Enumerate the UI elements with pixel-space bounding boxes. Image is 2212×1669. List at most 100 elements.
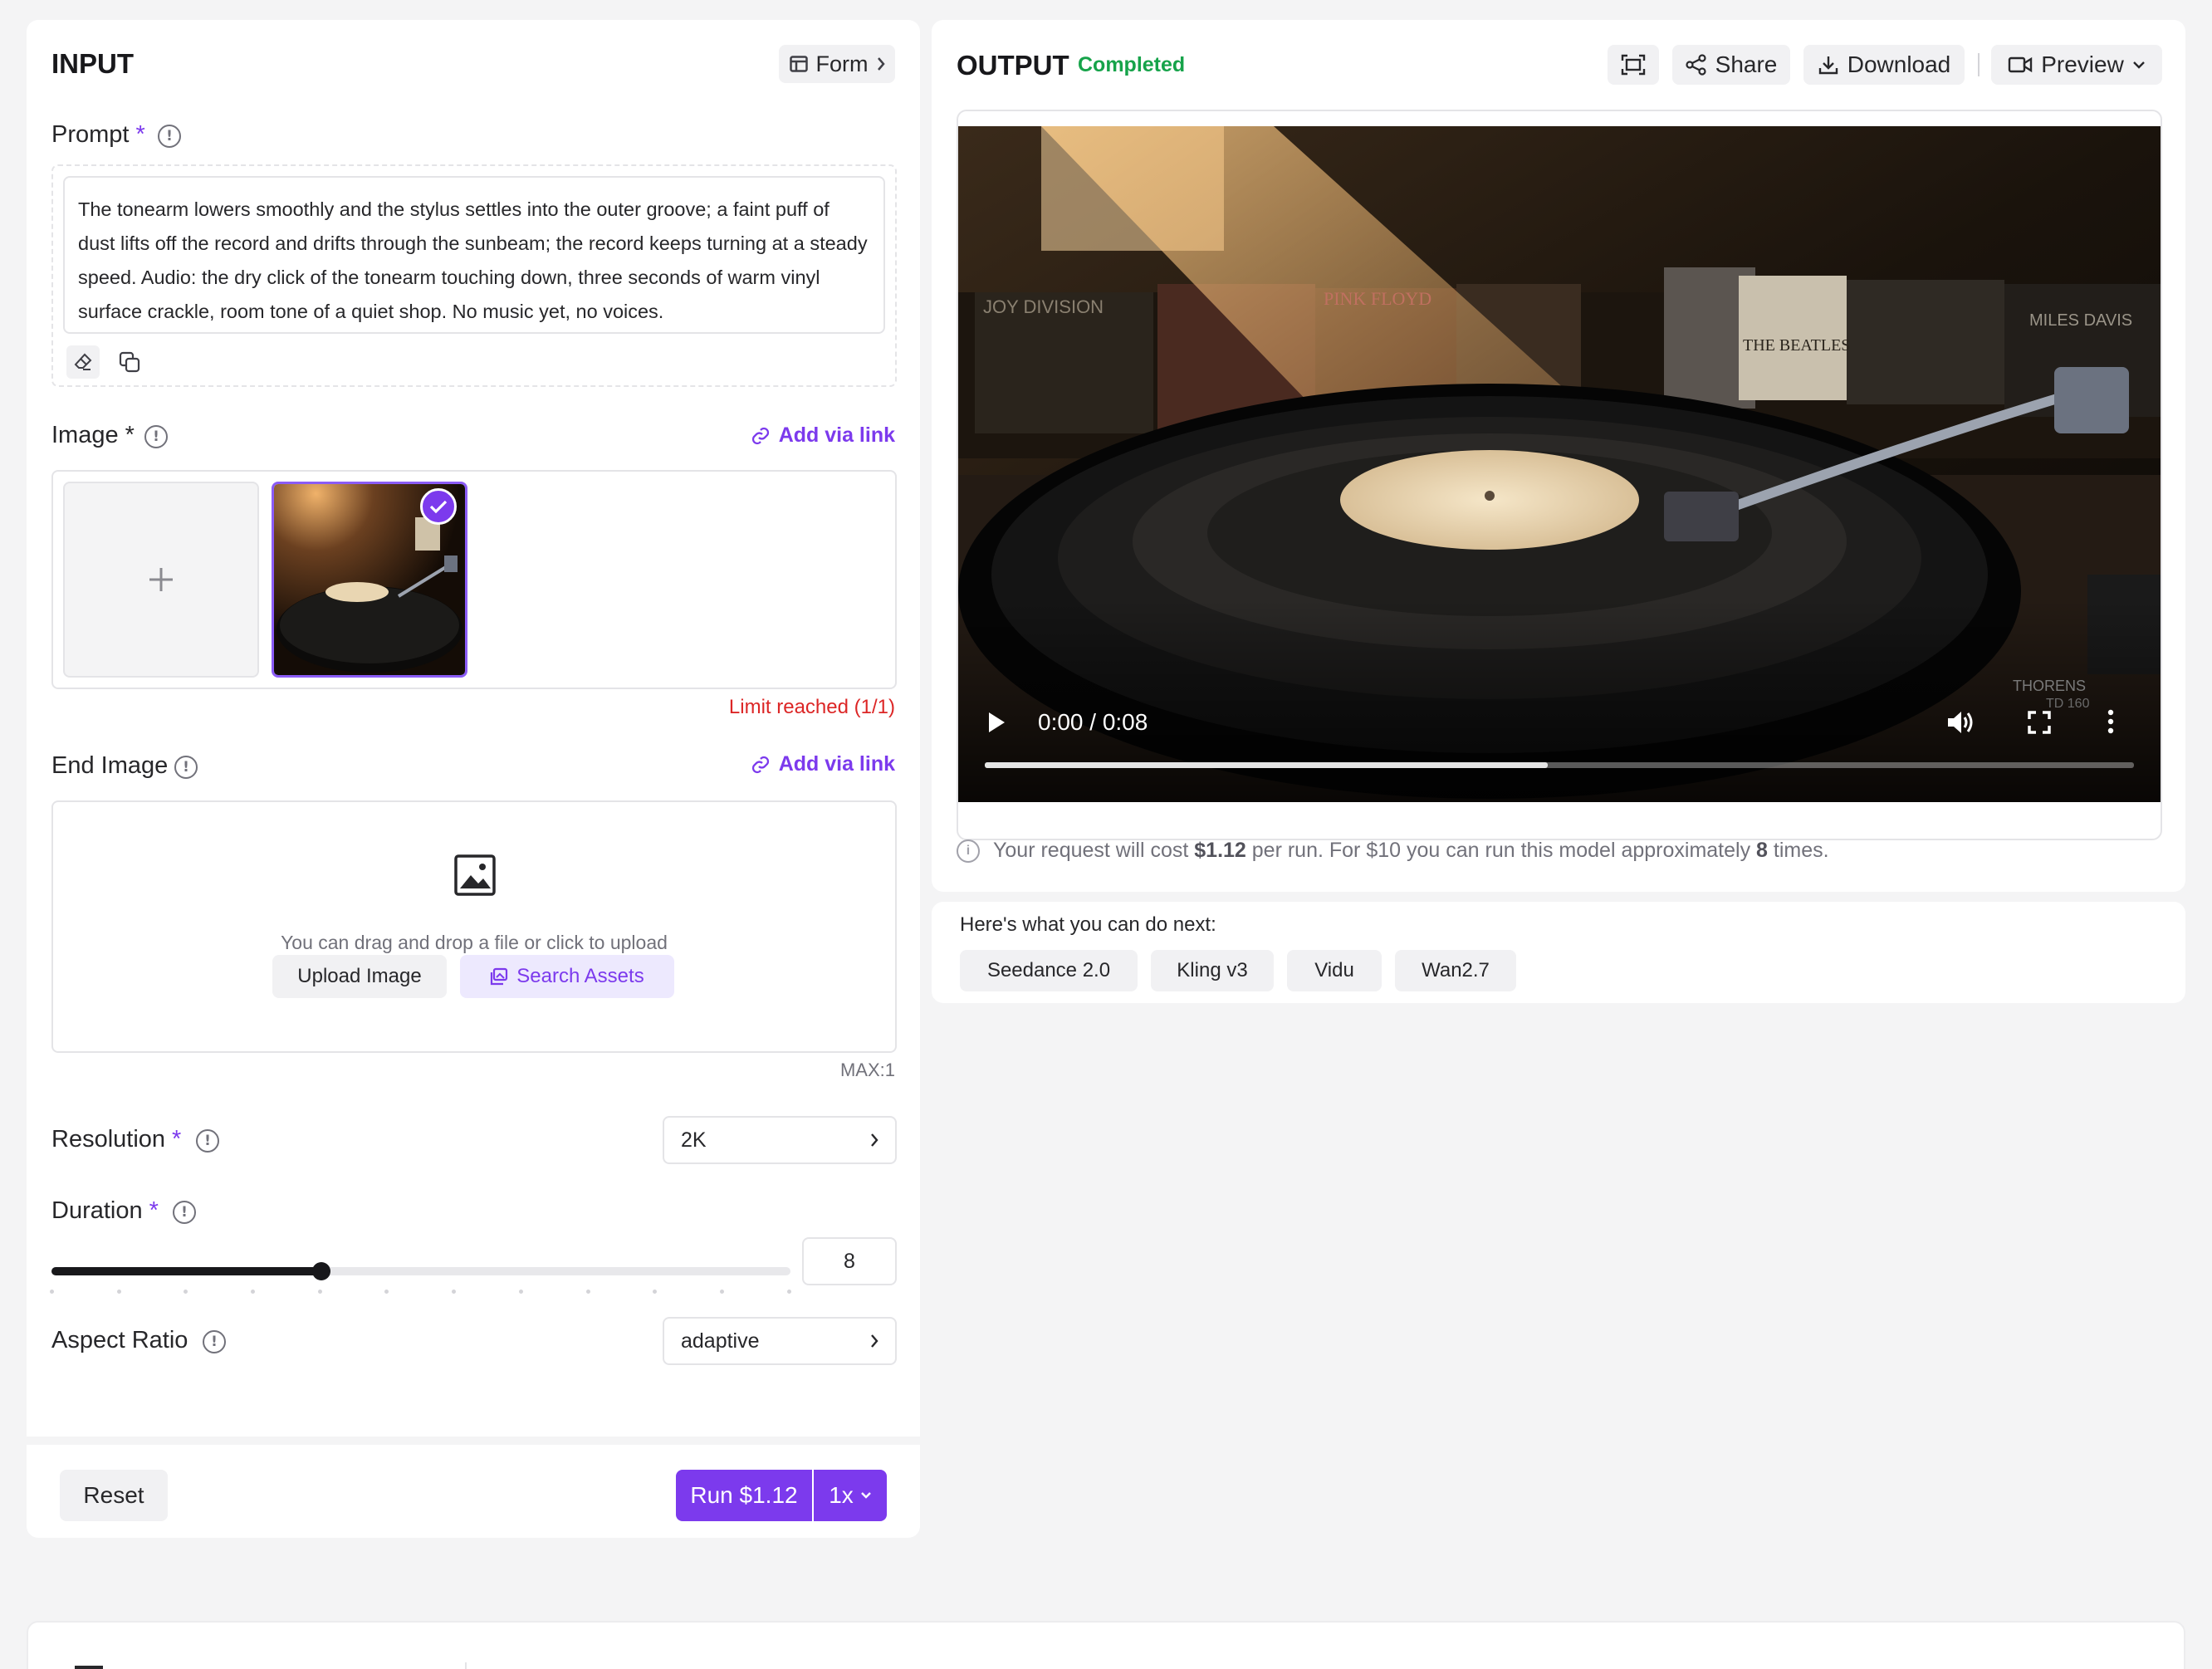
duration-slider-fill <box>51 1267 321 1275</box>
eraser-icon[interactable] <box>66 345 100 379</box>
image-label: Image * <box>51 422 135 449</box>
table-icon <box>789 56 808 72</box>
output-title: OUTPUT <box>957 50 1069 81</box>
slider-tick <box>519 1290 523 1294</box>
video-frame-image: JOY DIVISION PINK FLOYD THE BEATLES MILE… <box>958 126 2161 802</box>
next-chip-seedance[interactable]: Seedance 2.0 <box>960 950 1138 991</box>
selected-check-icon <box>420 488 457 525</box>
image-info-icon[interactable]: ! <box>144 425 168 448</box>
share-button[interactable]: Share <box>1672 45 1790 85</box>
duration-input[interactable]: 8 <box>802 1237 897 1285</box>
duration-slider-thumb[interactable] <box>311 1262 330 1280</box>
upload-image-button[interactable]: Upload Image <box>272 955 447 998</box>
preview-label: Preview <box>2041 51 2124 77</box>
expand-frame-icon <box>1621 54 1646 76</box>
form-view-button[interactable]: Form <box>779 45 895 83</box>
status-badge: Completed <box>1078 53 1186 76</box>
volume-icon[interactable] <box>1946 709 1975 736</box>
resolution-label-text: Resolution <box>51 1126 166 1153</box>
end-image-info-icon[interactable]: ! <box>174 756 198 779</box>
prompt-label: Prompt * <box>51 121 145 149</box>
prompt-label-text: Prompt <box>51 121 130 148</box>
slider-tick <box>318 1290 322 1294</box>
sleeve-label-pink-floyd: PINK FLOYD <box>1324 288 1431 309</box>
slider-tick <box>720 1290 724 1294</box>
image-required-mark: * <box>125 422 135 448</box>
slider-tick <box>384 1290 389 1294</box>
input-title: INPUT <box>51 48 134 79</box>
chevron-right-icon <box>877 56 885 71</box>
bottom-panel-divider <box>465 1662 467 1669</box>
toolbar-divider <box>1978 53 1980 76</box>
next-chip-kling[interactable]: Kling v3 <box>1151 950 1274 991</box>
share-icon <box>1686 54 1707 76</box>
reset-button[interactable]: Reset <box>60 1470 168 1521</box>
duration-value: 8 <box>844 1249 855 1273</box>
cost-middle: per run. For $10 you can run this model … <box>1251 839 1751 862</box>
end-image-add-via-link[interactable]: Add via link <box>751 752 895 776</box>
cost-suffix: times. <box>1773 839 1829 862</box>
video-time: 0:00 / 0:08 <box>1038 709 1148 735</box>
resolution-value: 2K <box>681 1128 707 1152</box>
duration-label: Duration * <box>51 1197 159 1225</box>
cost-info: i Your request will cost $1.12 per run. … <box>957 839 1829 863</box>
sleeve-label-miles-davis: MILES DAVIS <box>2029 311 2132 330</box>
slider-tick <box>251 1290 255 1294</box>
slider-tick <box>184 1290 188 1294</box>
add-image-tile[interactable] <box>63 482 259 678</box>
preview-dropdown[interactable]: Preview <box>1991 45 2162 85</box>
bottom-panel-icon <box>75 1666 103 1669</box>
prompt-textarea[interactable]: The tonearm lowers smoothly and the styl… <box>63 176 885 334</box>
chevron-down-icon <box>860 1491 872 1500</box>
play-icon[interactable] <box>986 711 1006 734</box>
next-chip-vidu[interactable]: Vidu <box>1287 950 1382 991</box>
resolution-required-mark: * <box>172 1126 182 1153</box>
chevron-down-icon <box>2132 61 2146 69</box>
end-image-max-text: MAX:1 <box>839 1060 895 1080</box>
aspect-ratio-info-icon[interactable]: ! <box>203 1330 226 1353</box>
more-options-icon[interactable] <box>2107 709 2114 734</box>
prompt-info-icon[interactable]: ! <box>158 125 181 148</box>
aspect-ratio-value: adaptive <box>681 1329 760 1353</box>
chevron-right-icon <box>870 1334 878 1348</box>
duration-info-icon[interactable]: ! <box>173 1201 196 1224</box>
fullscreen-icon[interactable] <box>2028 711 2051 734</box>
fit-screen-button[interactable] <box>1608 45 1659 85</box>
multiplier-label: 1x <box>829 1482 854 1508</box>
sleeve-label-joy-division: JOY DIVISION <box>983 296 1104 317</box>
end-image-dropzone[interactable] <box>51 800 897 1053</box>
duration-required-mark: * <box>149 1197 159 1224</box>
download-button[interactable]: Download <box>1803 45 1965 85</box>
run-multiplier-dropdown[interactable]: 1x <box>814 1470 887 1521</box>
resolution-select[interactable]: 2K <box>663 1116 897 1164</box>
bottom-panel <box>27 1621 2185 1669</box>
slider-tick <box>452 1290 456 1294</box>
upload-image-label: Upload Image <box>297 965 422 987</box>
next-steps-heading: Here's what you can do next: <box>960 913 1216 936</box>
drop-hint-text: You can drag and drop a file or click to… <box>281 932 668 953</box>
download-icon <box>1818 54 1839 76</box>
gallery-icon <box>490 967 508 986</box>
search-assets-label: Search Assets <box>516 965 644 987</box>
video-progress-track[interactable] <box>985 762 2134 768</box>
video-camera-icon <box>2008 56 2033 74</box>
output-panel: OUTPUT Completed Share Download Preview <box>932 20 2185 892</box>
share-label: Share <box>1715 51 1778 77</box>
slider-tick <box>787 1290 791 1294</box>
search-assets-button[interactable]: Search Assets <box>460 955 674 998</box>
input-panel: INPUT Form Prompt * ! The tonearm lowers… <box>27 20 920 1538</box>
resolution-info-icon[interactable]: ! <box>196 1129 219 1153</box>
video-player[interactable]: JOY DIVISION PINK FLOYD THE BEATLES MILE… <box>958 126 2161 802</box>
duration-slider-track[interactable] <box>51 1262 790 1280</box>
aspect-ratio-select[interactable]: adaptive <box>663 1317 897 1365</box>
prompt-required-mark: * <box>135 121 145 148</box>
duration-label-text: Duration <box>51 1197 143 1224</box>
next-chip-wan[interactable]: Wan2.7 <box>1395 950 1516 991</box>
end-image-label-text: End Image <box>51 752 169 779</box>
cost-price: $1.12 <box>1194 839 1246 862</box>
copy-icon[interactable] <box>113 345 146 379</box>
image-limit-text: Limit reached (1/1) <box>728 696 895 718</box>
image-add-via-link[interactable]: Add via link <box>751 423 895 448</box>
run-button[interactable]: Run $1.12 <box>676 1470 812 1521</box>
resolution-label: Resolution * <box>51 1126 181 1153</box>
